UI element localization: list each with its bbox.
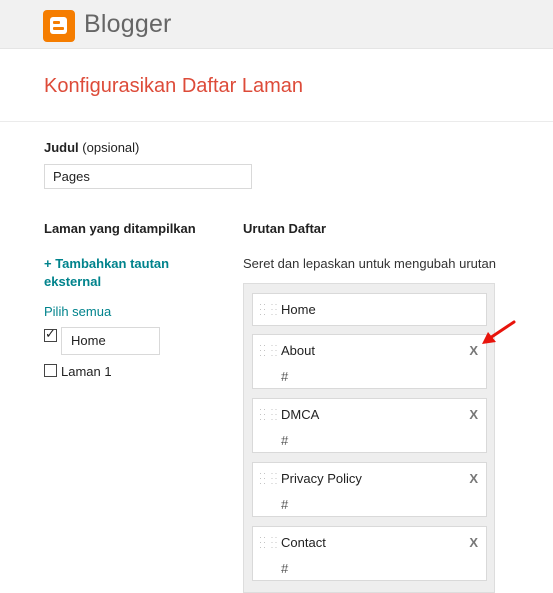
- drag-handle-icon[interactable]: ·· ·· ·· ·· ·· ··: [259, 405, 279, 424]
- title-input[interactable]: [44, 164, 252, 189]
- list-item-url: #: [281, 433, 289, 448]
- page-title: Konfigurasikan Daftar Laman: [44, 75, 304, 97]
- list-item[interactable]: ·· ·· ·· ·· ·· ·· DMCA # X: [252, 398, 487, 453]
- remove-button[interactable]: X: [469, 471, 478, 486]
- page-label-home[interactable]: Home: [61, 327, 160, 355]
- list-item-url: #: [281, 369, 289, 384]
- select-all-link[interactable]: Pilih semua: [44, 304, 111, 319]
- drag-hint: Seret dan lepaskan untuk mengubah urutan: [243, 256, 496, 271]
- add-external-link[interactable]: + Tambahkan tautan eksternal: [44, 255, 204, 291]
- list-item-title: About: [281, 343, 315, 358]
- list-item[interactable]: ·· ·· ·· ·· ·· ·· Home: [252, 293, 487, 326]
- list-item-url: #: [281, 497, 289, 512]
- remove-button[interactable]: X: [469, 343, 478, 358]
- list-item-url: #: [281, 561, 289, 576]
- remove-button[interactable]: X: [469, 407, 478, 422]
- blogger-logo-icon[interactable]: [43, 10, 75, 42]
- list-item-title: Home: [281, 302, 316, 317]
- list-item[interactable]: ·· ·· ·· ·· ·· ·· Privacy Policy # X: [252, 462, 487, 517]
- list-order-heading: Urutan Daftar: [243, 221, 327, 236]
- page-checkbox-laman-1[interactable]: [44, 364, 57, 377]
- page-label-laman-1: Laman 1: [61, 364, 112, 379]
- remove-button[interactable]: X: [469, 535, 478, 550]
- list-item-title: DMCA: [281, 407, 320, 422]
- list-item[interactable]: ·· ·· ·· ·· ·· ·· Contact # X: [252, 526, 487, 581]
- title-field-label: Judul (opsional): [44, 140, 140, 155]
- drag-handle-icon[interactable]: ·· ·· ·· ·· ·· ··: [259, 469, 279, 488]
- top-bar: Blogger: [0, 0, 553, 49]
- annotation-arrow-icon: [482, 320, 516, 344]
- list-item-title: Contact: [281, 535, 326, 550]
- list-item-title: Privacy Policy: [281, 471, 362, 486]
- list-item[interactable]: ·· ·· ·· ·· ·· ·· About # X: [252, 334, 487, 389]
- drag-handle-icon[interactable]: ·· ·· ·· ·· ·· ··: [259, 341, 279, 360]
- page-header: Konfigurasikan Daftar Laman: [0, 49, 553, 122]
- page-checkbox-home[interactable]: [44, 326, 57, 342]
- displayed-pages-heading: Laman yang ditampilkan: [44, 221, 196, 236]
- brand-name[interactable]: Blogger: [84, 10, 172, 39]
- drag-handle-icon[interactable]: ·· ·· ·· ·· ·· ··: [259, 300, 279, 319]
- drag-handle-icon[interactable]: ·· ·· ·· ·· ·· ··: [259, 533, 279, 552]
